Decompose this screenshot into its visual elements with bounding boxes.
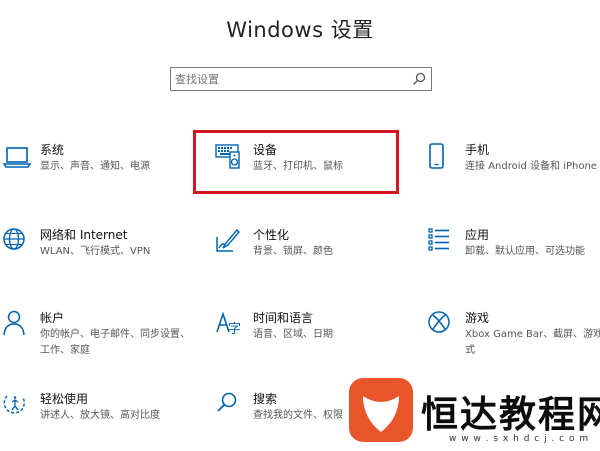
tile-name: 系统 <box>40 143 65 157</box>
tile-system[interactable]: 系统 显示、声音、通知、电源 <box>2 142 182 202</box>
tile-desc: 显示、声音、通知、电源 <box>40 161 150 172</box>
tile-name: 网络和 Internet <box>40 228 128 242</box>
watermark-text: 恒达教程网 <box>421 393 600 436</box>
tile-name: 时间和语言 <box>253 311 314 325</box>
tile-desc: 讲述人、放大镜、高对比度 <box>40 410 160 421</box>
watermark-logo: 恒达教程网 w w w . s x h d c j . c o m <box>349 378 600 450</box>
tile-apps[interactable]: 应用 卸载、默认应用、可选功能 <box>427 227 600 287</box>
tile-name: 游戏 <box>465 311 490 325</box>
ease-of-access-icon <box>3 395 26 414</box>
time-language-icon: 字 <box>216 311 241 337</box>
tile-desc: WLAN、飞行模式、VPN <box>40 246 151 257</box>
laptop-icon <box>2 147 32 168</box>
svg-text:字: 字 <box>228 322 241 337</box>
tile-name: 轻松使用 <box>40 392 89 406</box>
search-input[interactable] <box>175 70 400 88</box>
watermark-url: w w w . s x h d c j . c o m <box>449 434 590 444</box>
phone-icon <box>429 143 444 169</box>
tile-desc: 语音、区域、日期 <box>253 329 333 340</box>
tile-name: 手机 <box>465 143 490 157</box>
leaf-icon <box>363 396 399 432</box>
apps-list-icon <box>428 228 449 251</box>
tile-network[interactable]: 网络和 Internet WLAN、飞行模式、VPN <box>2 227 182 287</box>
tile-desc: 你的帐户、电子邮件、同步设置、工作、家庭 <box>40 329 190 356</box>
tile-name: 帐户 <box>40 311 65 325</box>
devices-highlight-box <box>193 130 399 194</box>
tile-name: 个性化 <box>253 228 290 242</box>
tile-desc: 背景、锁屏、颜色 <box>253 246 333 257</box>
person-icon <box>3 310 25 336</box>
search-icon <box>217 392 237 412</box>
search-icon[interactable] <box>411 71 427 87</box>
page-title: Windows 设置 <box>226 18 374 42</box>
tile-desc: 连接 Android 设备和 iPhone <box>465 161 597 172</box>
tile-accounts[interactable]: 帐户 你的帐户、电子邮件、同步设置、工作、家庭 <box>2 310 190 370</box>
search-box[interactable] <box>170 67 432 91</box>
tile-personalization[interactable]: 个性化 背景、锁屏、颜色 <box>215 227 395 287</box>
tile-time-language[interactable]: 字 时间和语言 语音、区域、日期 <box>215 310 395 370</box>
paint-icon <box>216 228 240 252</box>
xbox-icon <box>428 311 450 333</box>
tile-desc: Xbox Game Bar、截屏、游戏模式 <box>465 329 600 356</box>
globe-icon <box>3 228 25 250</box>
tile-desc: 卸载、默认应用、可选功能 <box>465 246 585 257</box>
tile-gaming[interactable]: 游戏 Xbox Game Bar、截屏、游戏模式 <box>427 310 600 370</box>
watermark-badge <box>349 378 413 442</box>
tile-name: 搜索 <box>253 392 278 406</box>
tile-name: 应用 <box>465 228 490 242</box>
tile-ease-of-access[interactable]: 轻松使用 讲述人、放大镜、高对比度 <box>2 391 182 451</box>
tile-phone[interactable]: 手机 连接 Android 设备和 iPhone <box>427 142 600 202</box>
